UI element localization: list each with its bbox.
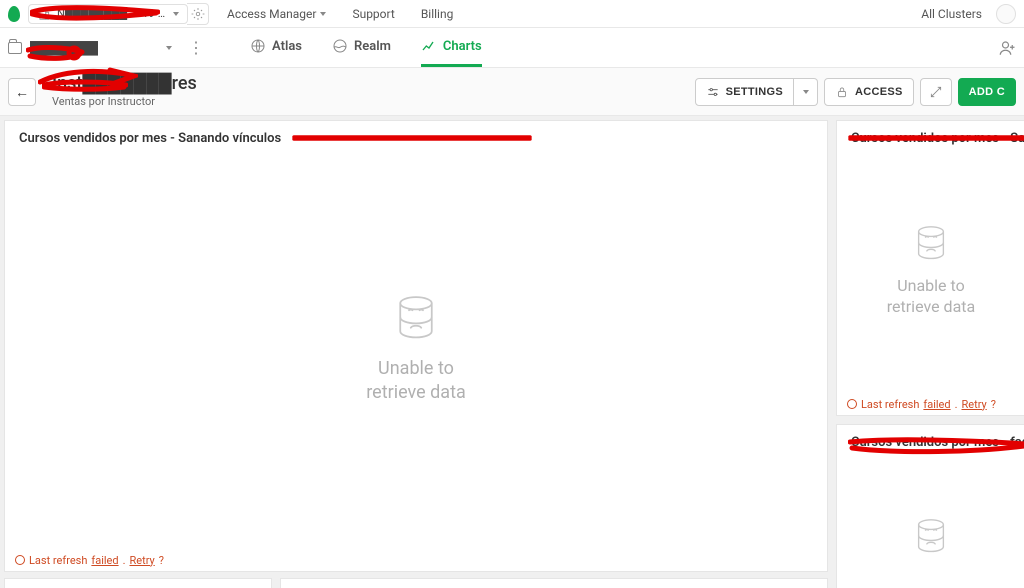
tab-atlas[interactable]: Atlas (250, 28, 302, 67)
foot-failed-link[interactable]: failed (91, 554, 118, 567)
tab-realm-label: Realm (354, 39, 391, 54)
settings-button[interactable]: SETTINGS (695, 78, 794, 106)
access-label: ACCESS (855, 86, 903, 98)
access-manager-label: Access Manager (227, 7, 316, 21)
all-clusters-link[interactable]: All Clusters (921, 7, 982, 21)
database-sad-icon (909, 222, 953, 266)
add-user-icon[interactable] (998, 39, 1016, 57)
access-manager-link[interactable]: Access Manager (227, 7, 326, 21)
redaction-scribble (26, 44, 86, 62)
chart-card-bottom-1[interactable] (4, 578, 272, 588)
empty-line-1: Unable to (887, 276, 975, 297)
chart-footer-status: Last refresh failed. Retry? (5, 549, 827, 571)
project-kebab-menu[interactable]: ⋮ (182, 38, 210, 57)
org-settings-button[interactable] (187, 3, 209, 25)
foot-prefix: Last refresh (29, 554, 87, 567)
foot-retry-link[interactable]: Retry (962, 398, 987, 411)
chart-card-bottom-2[interactable] (280, 578, 828, 588)
chevron-down-icon (173, 12, 179, 16)
settings-label: SETTINGS (726, 86, 783, 98)
folder-icon (8, 42, 22, 54)
tab-atlas-label: Atlas (272, 39, 302, 54)
foot-q: ? (991, 398, 996, 411)
toolbar-right: SETTINGS ACCESS ADD C (695, 78, 1016, 106)
realm-icon (332, 38, 348, 54)
chevron-down-icon (320, 12, 326, 16)
support-link[interactable]: Support (352, 7, 394, 21)
atlas-icon (250, 38, 266, 54)
foot-prefix: Last refresh (861, 398, 919, 411)
chart-empty-state: Unable to retrieve data (5, 146, 827, 549)
settings-button-group: SETTINGS (695, 78, 818, 106)
chart-card-right-1[interactable]: Cursos vendidos por mes - Sanando Unable… (836, 120, 1024, 416)
sliders-icon (706, 85, 720, 99)
redaction-scribble (848, 436, 1024, 456)
redaction-scribble (848, 130, 1024, 144)
database-sad-icon (909, 515, 953, 559)
warning-icon (847, 399, 857, 409)
chart-empty-state (837, 450, 1024, 588)
product-tabs: Atlas Realm Charts (250, 28, 482, 67)
avatar[interactable] (996, 4, 1016, 24)
back-button[interactable]: ← (8, 78, 36, 106)
empty-line-2: retrieve data (366, 381, 466, 404)
dashboard-canvas: Cursos vendidos por mes - Sanando víncul… (0, 116, 1024, 588)
chevron-down-icon (803, 90, 809, 94)
redaction-scribble (42, 78, 128, 92)
empty-line-1: Unable to (366, 357, 466, 380)
tab-realm[interactable]: Realm (332, 28, 391, 67)
add-chart-label: ADD C (969, 86, 1005, 98)
billing-link[interactable]: Billing (421, 7, 454, 21)
settings-dropdown-button[interactable] (794, 78, 818, 106)
gear-icon (191, 7, 205, 21)
empty-state-text: Unable to retrieve data (887, 276, 975, 318)
foot-failed-link[interactable]: failed (923, 398, 950, 411)
expand-icon (929, 85, 943, 99)
charts-icon (421, 38, 437, 54)
empty-line-2: retrieve data (887, 297, 975, 318)
dashboard-subtitle: Ventas por Instructor (52, 95, 197, 108)
warning-icon (15, 555, 25, 565)
topnav-links: Access Manager Support Billing (227, 7, 453, 21)
dashboard-toolbar: ← Inst███████res Ventas por Instructor S… (0, 68, 1024, 116)
add-chart-button[interactable]: ADD C (958, 78, 1016, 106)
chevron-down-icon (166, 46, 172, 50)
tab-charts-label: Charts (443, 39, 482, 54)
access-button[interactable]: ACCESS (824, 78, 914, 106)
redaction-scribble (30, 2, 160, 22)
foot-retry-link[interactable]: Retry (130, 554, 155, 567)
fullscreen-button[interactable] (920, 78, 952, 106)
lock-icon (835, 85, 849, 99)
mongodb-leaf-logo (8, 6, 20, 22)
product-bar: ████████ ⋮ Atlas Realm Charts (0, 28, 1024, 68)
database-sad-icon (388, 291, 444, 347)
chart-empty-state: Unable to retrieve data (837, 146, 1024, 393)
redaction-scribble (292, 130, 532, 144)
empty-state-text: Unable to retrieve data (366, 357, 466, 404)
foot-q: ? (159, 554, 164, 567)
chart-footer-status: Last refresh failed. Retry? (837, 393, 1024, 415)
chart-card-large[interactable]: Cursos vendidos por mes - Sanando víncul… (4, 120, 828, 572)
tab-charts[interactable]: Charts (421, 28, 482, 67)
